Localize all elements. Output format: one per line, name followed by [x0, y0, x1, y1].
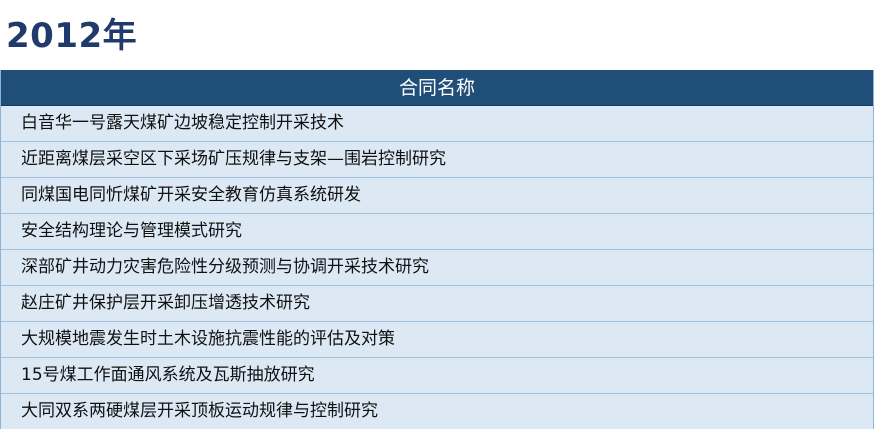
table-row: 同煤国电同忻煤矿开采安全教育仿真系统研发: [1, 178, 873, 214]
table-header-contract-name: 合同名称: [1, 70, 873, 106]
contract-table: 合同名称 白音华一号露天煤矿边坡稳定控制开采技术 近距离煤层采空区下采场矿压规律…: [0, 70, 874, 429]
page-title: 2012年: [6, 16, 138, 56]
table-row: 近距离煤层采空区下采场矿压规律与支架—围岩控制研究: [1, 142, 873, 178]
table-row: 安全结构理论与管理模式研究: [1, 214, 873, 250]
table-row: 15号煤工作面通风系统及瓦斯抽放研究: [1, 358, 873, 394]
table-row: 白音华一号露天煤矿边坡稳定控制开采技术: [1, 106, 873, 142]
table-row: 赵庄矿井保护层开采卸压增透技术研究: [1, 286, 873, 322]
table-row: 大规模地震发生时土木设施抗震性能的评估及对策: [1, 322, 873, 358]
table-row: 大同双系两硬煤层开采顶板运动规律与控制研究: [1, 394, 873, 429]
table-row: 深部矿井动力灾害危险性分级预测与协调开采技术研究: [1, 250, 873, 286]
page: 2012年 合同名称 白音华一号露天煤矿边坡稳定控制开采技术 近距离煤层采空区下…: [0, 0, 874, 429]
